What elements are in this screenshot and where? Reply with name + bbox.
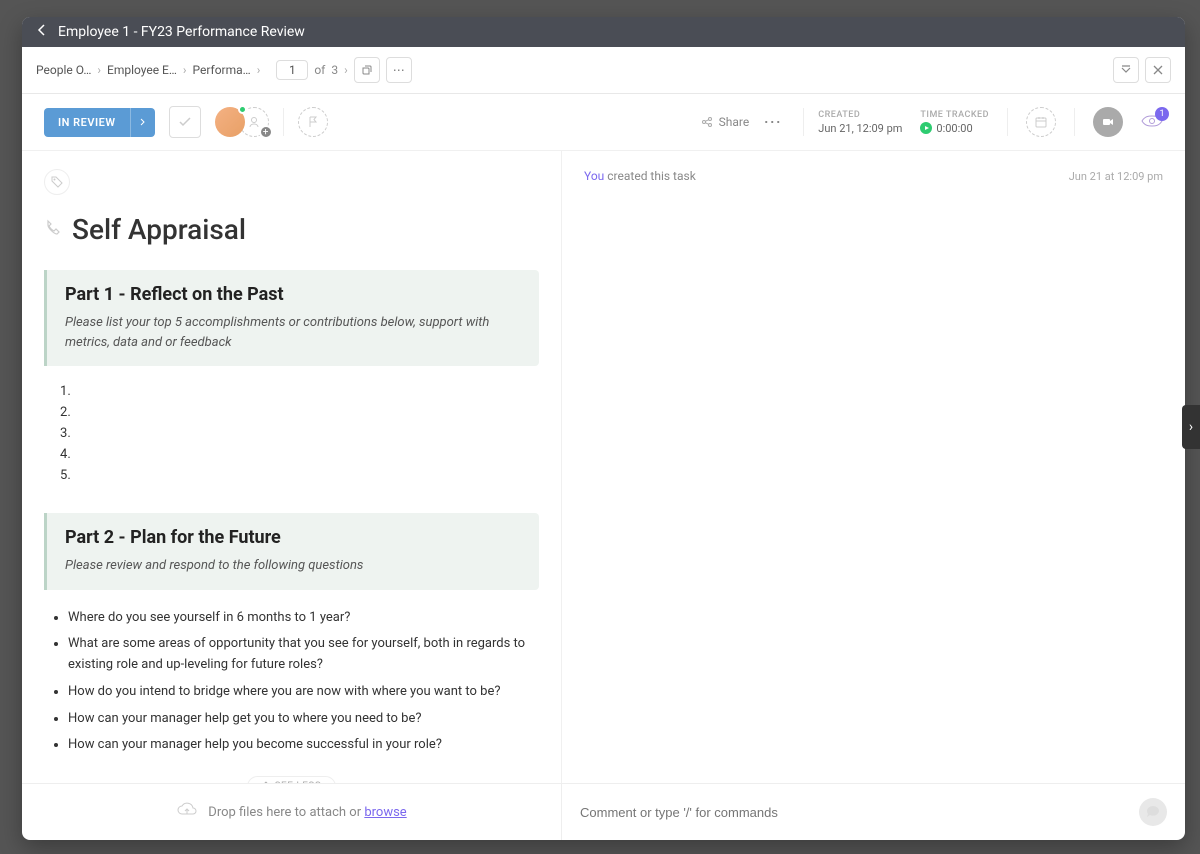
avatar[interactable] — [215, 107, 245, 137]
watcher-count-badge: 1 — [1155, 107, 1169, 121]
assignees: + — [215, 107, 269, 137]
time-tracked-meta: TIME TRACKED 0:00:00 — [920, 110, 989, 135]
list-item[interactable]: How can your manager help get you to whe… — [68, 709, 539, 730]
list-item[interactable]: Where do you see yourself in 6 months to… — [68, 608, 539, 629]
more-menu-icon[interactable]: ⋯ — [763, 112, 783, 133]
activity-action: created this task — [604, 169, 696, 183]
comment-input[interactable] — [580, 805, 1129, 820]
activity-timestamp: Jun 21 at 12:09 pm — [1069, 170, 1163, 183]
list-item[interactable]: How can your manager help you become suc… — [68, 735, 539, 756]
list-item[interactable] — [74, 405, 539, 420]
chevron-right-icon: › — [257, 63, 261, 77]
drop-files-text: Drop files here to attach or — [208, 805, 364, 820]
browse-link[interactable]: browse — [364, 805, 406, 820]
plus-icon: + — [259, 125, 273, 139]
back-icon[interactable] — [36, 24, 48, 40]
activity-pane: You created this task Jun 21 at 12:09 pm — [562, 151, 1185, 783]
task-title[interactable]: Self Appraisal — [72, 213, 246, 246]
online-status-icon — [238, 105, 247, 114]
time-tracked-label: TIME TRACKED — [920, 110, 989, 120]
time-tracked-value[interactable]: 0:00:00 — [920, 122, 989, 135]
chevron-right-icon[interactable]: › — [344, 63, 348, 77]
share-label: Share — [719, 115, 750, 129]
task-content-pane: Self Appraisal Part 1 - Reflect on the P… — [22, 151, 562, 783]
list-item[interactable]: What are some areas of opportunity that … — [68, 634, 539, 676]
chevron-right-icon: › — [183, 63, 187, 77]
breadcrumb-item[interactable]: People O… — [36, 63, 91, 77]
more-options-icon[interactable]: ⋯ — [386, 57, 412, 83]
task-window-title: Employee 1 - FY23 Performance Review — [58, 24, 305, 40]
tags-button[interactable] — [44, 169, 70, 195]
activity-entry: You created this task Jun 21 at 12:09 pm — [584, 169, 1163, 183]
task-modal: Employee 1 - FY23 Performance Review Peo… — [22, 17, 1185, 840]
chevron-up-icon: ⌃ — [262, 781, 271, 783]
breadcrumb-item[interactable]: Employee E… — [107, 63, 177, 77]
created-meta: CREATED Jun 21, 12:09 pm — [818, 110, 902, 135]
task-type-icon — [44, 219, 62, 241]
activity-actor[interactable]: You — [584, 169, 604, 183]
status-label[interactable]: IN REVIEW — [44, 108, 130, 137]
status-button[interactable]: IN REVIEW — [44, 108, 155, 137]
breadcrumb-item[interactable]: Performa… — [193, 63, 251, 77]
complete-check-button[interactable] — [169, 106, 201, 138]
list-item[interactable] — [74, 426, 539, 441]
part-2-title: Part 2 - Plan for the Future — [65, 527, 521, 548]
copy-link-icon[interactable] — [354, 57, 380, 83]
status-dropdown-icon[interactable] — [130, 108, 155, 137]
task-meta-row: IN REVIEW + Share ⋯ CREATE — [22, 94, 1185, 151]
list-item[interactable] — [74, 384, 539, 399]
attachment-dropzone[interactable]: Drop files here to attach or browse — [22, 784, 562, 840]
list-item[interactable] — [74, 447, 539, 462]
created-value: Jun 21, 12:09 pm — [818, 122, 902, 135]
close-icon[interactable] — [1145, 57, 1171, 83]
cloud-upload-icon — [176, 802, 198, 822]
send-comment-icon[interactable] — [1139, 798, 1167, 826]
list-item[interactable] — [74, 468, 539, 483]
task-footer: Drop files here to attach or browse — [22, 783, 1185, 840]
due-date-button[interactable] — [1026, 107, 1056, 137]
share-button[interactable]: Share — [701, 115, 750, 129]
title-bar: Employee 1 - FY23 Performance Review — [22, 17, 1185, 47]
part-1-title: Part 1 - Reflect on the Past — [65, 284, 521, 305]
video-chat-icon[interactable] — [1093, 107, 1123, 137]
play-icon[interactable] — [920, 122, 932, 134]
see-less-button[interactable]: ⌃ SEE LESS — [247, 776, 337, 783]
priority-flag-button[interactable] — [298, 107, 328, 137]
page-of-label: of — [314, 63, 325, 77]
right-expand-tab[interactable]: › — [1182, 405, 1200, 449]
breadcrumb-row: People O… › Employee E… › Performa… › 1 … — [22, 47, 1185, 94]
part-2-subtitle: Please review and respond to the followi… — [65, 556, 521, 576]
part-2-block: Part 2 - Plan for the Future Please revi… — [44, 513, 539, 590]
list-item[interactable]: How do you intend to bridge where you ar… — [68, 682, 539, 703]
part-1-subtitle: Please list your top 5 accomplishments o… — [65, 313, 521, 352]
watchers-button[interactable]: 1 — [1141, 113, 1163, 132]
page-number-input[interactable]: 1 — [276, 60, 308, 80]
part-1-block: Part 1 - Reflect on the Past Please list… — [44, 270, 539, 366]
created-label: CREATED — [818, 110, 902, 120]
minimize-icon[interactable] — [1113, 57, 1139, 83]
page-total: 3 — [331, 63, 338, 77]
accomplishments-list[interactable] — [74, 384, 539, 483]
questions-list[interactable]: Where do you see yourself in 6 months to… — [68, 608, 539, 757]
chevron-right-icon: › — [97, 63, 101, 77]
